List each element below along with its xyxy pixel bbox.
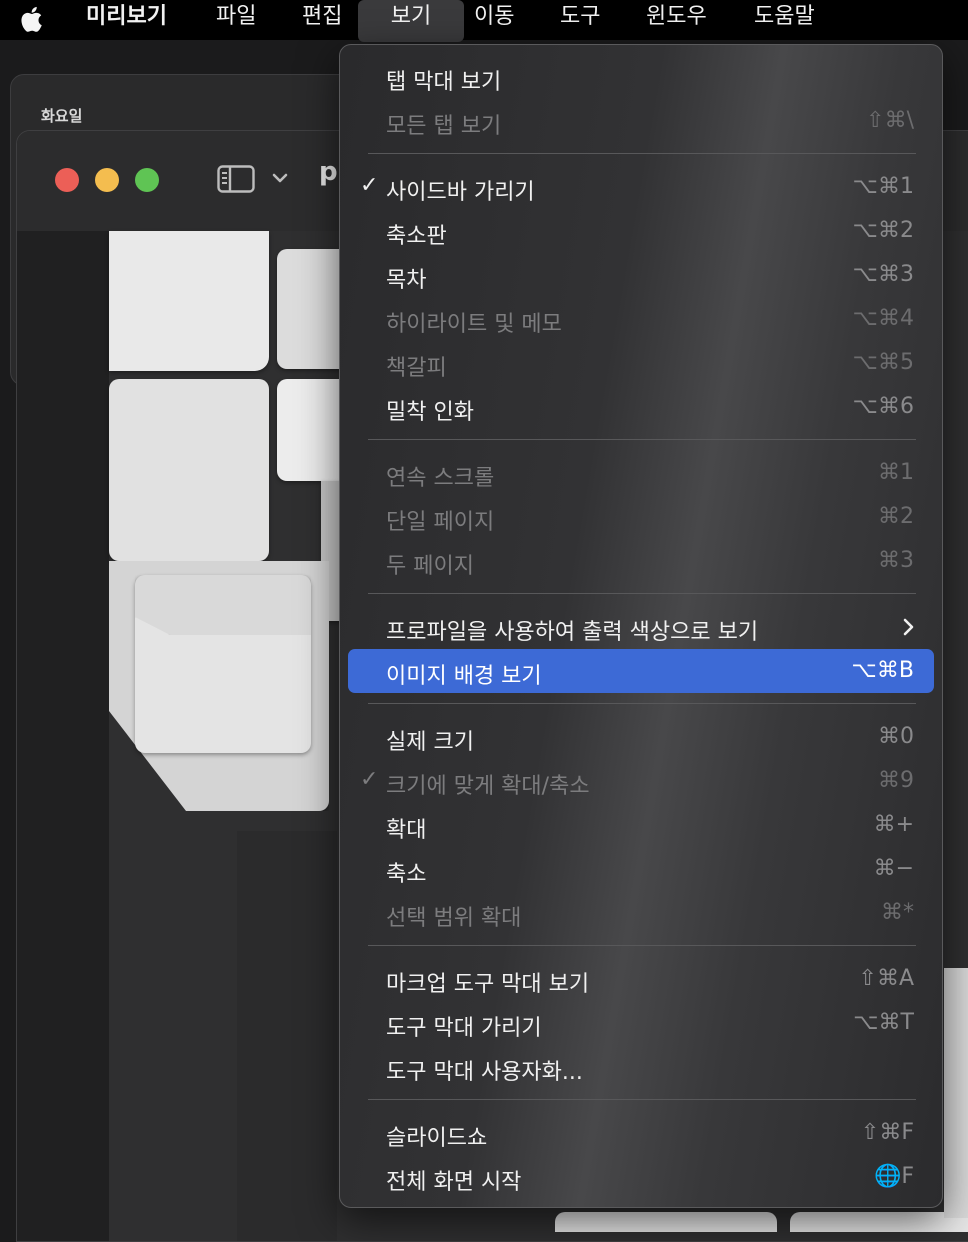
menu-item-shortcut: ⌘* [881,900,914,925]
menu-item-thumbnails[interactable]: 축소판 ⌥⌘2 [348,209,934,253]
menu-item-table-of-contents[interactable]: 목차 ⌥⌘3 [348,253,934,297]
menu-item-shortcut: ⌥⌘T [853,1010,914,1035]
menu-item-hide-toolbar[interactable]: 도구 막대 가리기 ⌥⌘T [348,1001,934,1045]
menu-item-label: 슬라이드쇼 [386,1126,488,1151]
menu-item-shortcut: ⌥⌘B [851,658,914,683]
menu-item-show-markup-toolbar[interactable]: 마크업 도구 막대 보기 ⇧⌘A [348,957,934,1001]
menu-item-label: 선택 범위 확대 [386,906,522,931]
menu-item-continuous-scroll[interactable]: 연속 스크롤 ⌘1 [348,451,934,495]
menu-item-hide-sidebar[interactable]: ✓ 사이드바 가리기 ⌥⌘1 [348,165,934,209]
menu-item-label: 두 페이지 [386,554,474,579]
menu-item-label: 프로파일을 사용하여 출력 색상으로 보기 [386,620,759,645]
menu-window[interactable]: 윈도우 [632,0,721,40]
menu-item-label: 마크업 도구 막대 보기 [386,972,590,997]
menu-item-show-tab-bar[interactable]: 탭 막대 보기 [348,55,934,99]
menu-item-label: 축소 [386,862,427,887]
apple-logo-icon[interactable] [18,4,46,34]
menu-bar: 미리보기 파일 편집 보기 이동 도구 윈도우 도움말 [0,0,968,42]
menu-item-shortcut: ⌘3 [878,548,914,573]
menu-item-label: 책갈피 [386,356,447,381]
menu-item-shortcut: ⌥⌘6 [852,394,914,419]
image-content-fragment [790,1212,968,1232]
menu-item-shortcut: ⌥⌘2 [852,218,914,243]
checkmark-icon: ✓ [360,173,379,198]
menu-item-shortcut: ⌘+ [873,812,914,837]
menu-item-label: 연속 스크롤 [386,466,495,491]
menu-item-label: 실제 크기 [386,730,474,755]
image-content-fragment [944,968,968,1218]
sidebar [17,231,109,1241]
chevron-right-icon [903,618,914,636]
menu-item-shortcut: ⌘− [873,856,914,881]
menu-item-shortcut: ⌥⌘1 [852,174,914,199]
menu-item-label: 전체 화면 시작 [386,1170,522,1195]
menu-separator [368,945,916,946]
menu-view[interactable]: 보기 [358,0,464,42]
menu-item-shortcut: ⌘0 [878,724,914,749]
menu-item-zoom-in[interactable]: 확대 ⌘+ [348,803,934,847]
checkmark-icon: ✓ [360,767,379,792]
menu-item-label: 축소판 [386,224,447,249]
menu-item-zoom-out[interactable]: 축소 ⌘− [348,847,934,891]
chevron-down-icon[interactable] [271,171,289,185]
menu-item-label: 크기에 맞게 확대/축소 [386,774,590,799]
menu-item-label: 단일 페이지 [386,510,495,535]
minimize-button[interactable] [95,168,119,192]
menu-item-customize-toolbar[interactable]: 도구 막대 사용자화... [348,1045,934,1089]
menu-item-label: 밀착 인화 [386,400,474,425]
menu-item-label: 하이라이트 및 메모 [386,312,562,337]
menu-item-label: 이미지 배경 보기 [386,664,542,689]
document-title: p [319,157,338,187]
menu-item-label: 도구 막대 가리기 [386,1016,542,1041]
menu-tools[interactable]: 도구 [546,0,614,40]
menu-item-slideshow[interactable]: 슬라이드쇼 ⇧⌘F [348,1111,934,1155]
menu-file[interactable]: 파일 [202,0,270,40]
menu-item-single-page[interactable]: 단일 페이지 ⌘2 [348,495,934,539]
menu-item-shortcut: ⌥⌘5 [852,350,914,375]
menu-separator [368,1099,916,1100]
menu-item-zoom-to-fit[interactable]: ✓ 크기에 맞게 확대/축소 ⌘9 [348,759,934,803]
background-window-label: 화요일 [41,107,83,125]
menu-go[interactable]: 이동 [460,0,528,40]
menu-edit[interactable]: 편집 [288,0,356,40]
menu-item-shortcut: 🌐F [873,1164,914,1189]
menu-item-highlights-notes[interactable]: 하이라이트 및 메모 ⌥⌘4 [348,297,934,341]
menu-item-label: 탭 막대 보기 [386,70,502,95]
menu-preview[interactable]: 미리보기 [72,0,181,40]
menu-item-label: 사이드바 가리기 [386,180,535,205]
zoom-button[interactable] [135,168,159,192]
menu-item-shortcut: ⌘1 [878,460,914,485]
menu-item-show-all-tabs[interactable]: 모든 탭 보기 ⇧⌘\ [348,99,934,143]
menu-item-label: 모든 탭 보기 [386,114,502,139]
menu-item-two-pages[interactable]: 두 페이지 ⌘3 [348,539,934,583]
menu-item-shortcut: ⌘2 [878,504,914,529]
menu-separator [368,593,916,594]
menu-item-label: 목차 [386,268,427,293]
menu-item-shortcut: ⇧⌘\ [866,108,914,133]
menu-item-label: 확대 [386,818,427,843]
menu-item-shortcut: ⌥⌘4 [852,306,914,331]
menu-separator [368,703,916,704]
menu-item-shortcut: ⌥⌘3 [852,262,914,287]
menu-item-label: 도구 막대 사용자화... [386,1060,583,1085]
menu-separator [368,439,916,440]
menu-item-zoom-to-selection[interactable]: 선택 범위 확대 ⌘* [348,891,934,935]
menu-item-enter-full-screen[interactable]: 전체 화면 시작 🌐F [348,1155,934,1199]
menu-item-contact-sheet[interactable]: 밀착 인화 ⌥⌘6 [348,385,934,429]
menu-item-show-image-background[interactable]: 이미지 배경 보기 ⌥⌘B [348,649,934,693]
canvas-bottom-strip [237,831,337,1241]
menu-item-shortcut: ⇧⌘A [858,966,914,991]
menu-item-shortcut: ⇧⌘F [860,1120,914,1145]
menu-item-bookmarks[interactable]: 책갈피 ⌥⌘5 [348,341,934,385]
menu-help[interactable]: 도움말 [740,0,829,40]
menu-item-shortcut: ⌘9 [878,768,914,793]
image-content-fragment [555,1212,777,1232]
close-button[interactable] [55,168,79,192]
menu-item-proof-colors[interactable]: 프로파일을 사용하여 출력 색상으로 보기 [348,605,934,649]
menu-item-actual-size[interactable]: 실제 크기 ⌘0 [348,715,934,759]
view-menu-dropdown: 탭 막대 보기 모든 탭 보기 ⇧⌘\ ✓ 사이드바 가리기 ⌥⌘1 축소판 ⌥… [339,44,943,1208]
menu-separator [368,153,916,154]
sidebar-toggle-icon[interactable] [217,165,255,193]
